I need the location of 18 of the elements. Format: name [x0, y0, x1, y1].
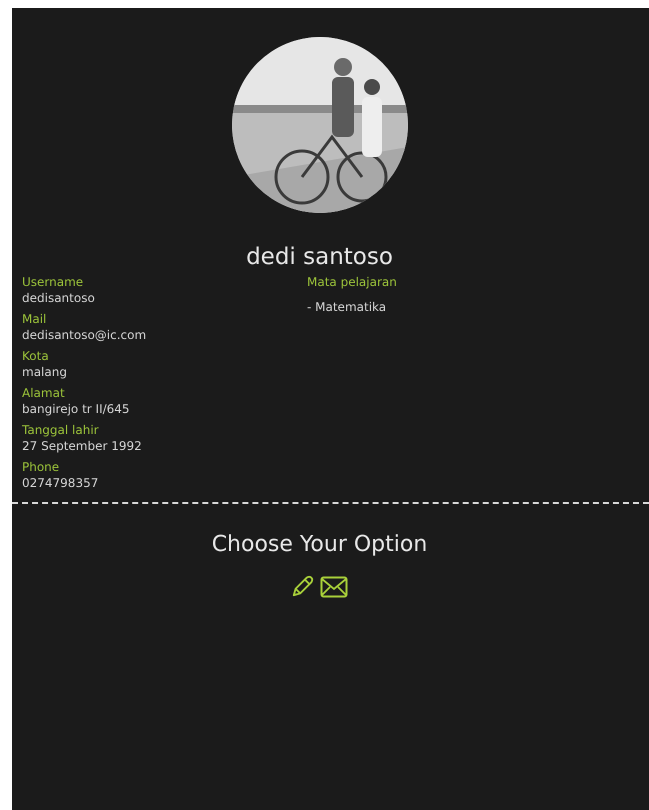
subject-item: - Matematika — [307, 299, 388, 315]
field-label: Username — [22, 274, 84, 290]
field-label: Mail — [22, 311, 48, 327]
field-label: Phone — [22, 459, 60, 475]
field-value: malang — [22, 364, 68, 380]
options-title: Choose Your Option — [210, 531, 428, 559]
field-value: 27 September 1992 — [22, 438, 143, 454]
field-value: dedisantoso@ic.com — [22, 327, 148, 343]
field-value: bangirejo tr II/645 — [22, 401, 131, 417]
field-label: Tanggal lahir — [22, 422, 100, 438]
field-label: Alamat — [22, 385, 66, 401]
mail-icon[interactable] — [318, 576, 348, 598]
profile-name: dedi santoso — [245, 243, 394, 272]
field-value: 0274798357 — [22, 475, 100, 491]
field-label: Kota — [22, 348, 50, 364]
subjects-label: Mata pelajaran — [307, 274, 397, 290]
pencil-icon[interactable] — [290, 574, 314, 598]
field-value: dedisantoso — [22, 290, 96, 306]
